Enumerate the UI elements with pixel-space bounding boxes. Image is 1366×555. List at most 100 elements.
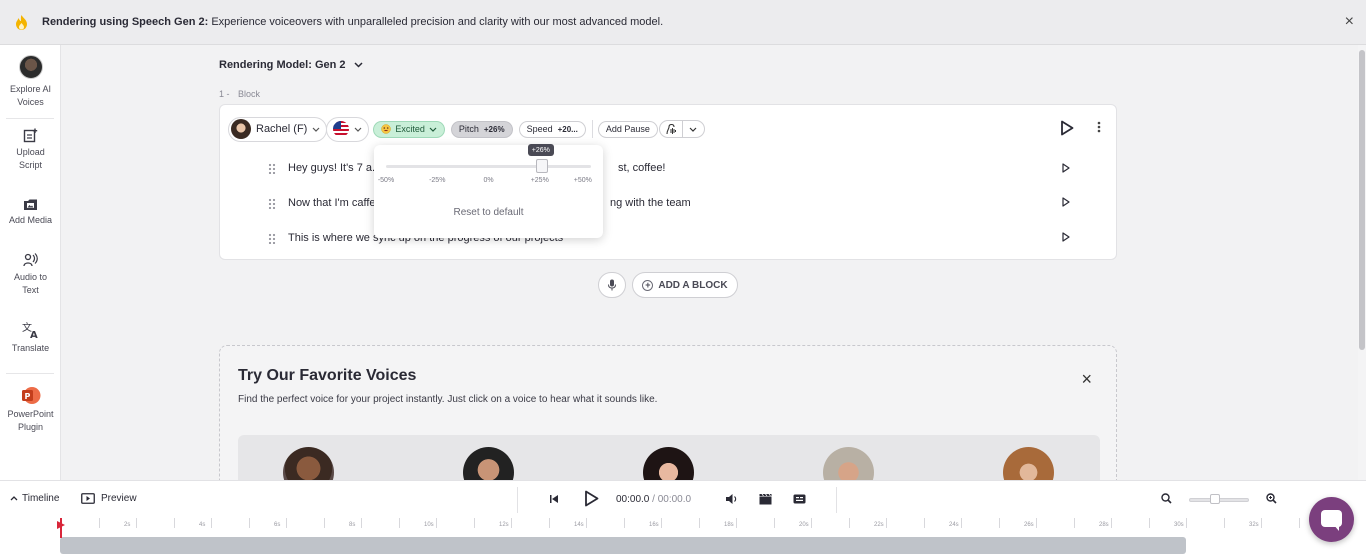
zoom-in-icon[interactable] xyxy=(1266,493,1277,504)
flame-icon xyxy=(16,15,27,30)
pitch-slider-thumb[interactable] xyxy=(535,159,548,173)
microphone-icon xyxy=(608,279,616,291)
ruler-label: 24s xyxy=(949,522,959,528)
ruler-label: 10s xyxy=(424,522,434,528)
timeline-label: Timeline xyxy=(22,493,60,504)
script-line-text-end: ng with the team xyxy=(610,197,691,209)
rendering-model-label: Rendering Model: Gen 2 xyxy=(219,59,346,71)
scrollbar-thumb[interactable] xyxy=(1359,50,1365,350)
ruler-tick xyxy=(511,518,512,528)
drag-handle-icon[interactable] xyxy=(268,197,276,209)
sidebar-item-explore-ai-voices[interactable]: Explore AI Voices xyxy=(0,55,61,109)
captions-icon[interactable] xyxy=(793,494,806,504)
chevron-down-icon xyxy=(681,121,704,137)
playhead[interactable] xyxy=(60,518,62,538)
add-pause-button[interactable]: Add Pause xyxy=(597,120,658,138)
tick-label: -50% xyxy=(377,177,395,184)
block-number: 1 - xyxy=(219,89,230,99)
sidebar-item-upload-script[interactable]: Upload Script xyxy=(0,128,61,172)
zoom-out-icon[interactable] xyxy=(1161,493,1172,504)
script-line-text-start: Now that I'm caffe xyxy=(288,197,376,209)
play-block-icon[interactable] xyxy=(1060,120,1074,136)
sidebar-item-label: Upload Script xyxy=(16,147,45,170)
ruler-tick xyxy=(1036,518,1037,528)
pitch-popover: +26% -50% -25% 0% +25% +50% Reset to def… xyxy=(374,144,603,238)
add-pause-label: Add Pause xyxy=(605,124,650,134)
voice-name: Rachel (F) xyxy=(256,123,308,135)
voice-select[interactable]: Rachel (F) xyxy=(228,116,328,142)
close-icon[interactable]: × xyxy=(1081,370,1092,388)
ruler-tick xyxy=(398,518,400,528)
sidebar-item-add-media[interactable]: Add Media xyxy=(0,198,61,227)
banner-close-icon[interactable]: × xyxy=(1345,14,1354,30)
sidebar-item-translate[interactable]: 文A Translate xyxy=(0,322,61,355)
language-select[interactable] xyxy=(326,116,370,142)
ruler-label: 18s xyxy=(724,522,734,528)
current-time: 00:00.0 xyxy=(616,494,650,505)
tick-label: -25% xyxy=(429,177,446,184)
voice-effects-select[interactable] xyxy=(658,120,705,138)
ruler-tick xyxy=(98,518,100,528)
ruler-label: 4s xyxy=(199,522,206,528)
tick-label: +25% xyxy=(530,177,549,184)
ruler-tick xyxy=(811,518,812,528)
ruler-tick xyxy=(323,518,325,528)
drag-handle-icon[interactable] xyxy=(268,232,276,244)
playback-time: 00:00.0 / 00:00.0 xyxy=(616,494,691,505)
reset-to-default-button[interactable]: Reset to default xyxy=(374,207,603,218)
plus-circle-icon: + xyxy=(642,279,654,291)
sidebar-item-powerpoint-plugin[interactable]: P PowerPoint Plugin xyxy=(0,386,61,434)
pitch-label: Pitch xyxy=(458,124,479,134)
pitch-button[interactable]: Pitch +26% xyxy=(450,120,513,138)
speed-button[interactable]: Speed +20... xyxy=(518,120,586,138)
style-select-excited[interactable]: Excited xyxy=(373,120,445,138)
ruler-label: 32s xyxy=(1249,522,1259,528)
timeline-toggle[interactable]: Timeline xyxy=(10,493,59,504)
more-options-icon[interactable] xyxy=(1096,121,1102,133)
sidebar-item-label: Audio to Text xyxy=(13,272,48,295)
ruler-tick xyxy=(211,518,212,528)
favorite-voices-description: Find the perfect voice for your project … xyxy=(238,394,658,405)
record-voice-button[interactable] xyxy=(598,272,626,298)
chat-support-button[interactable] xyxy=(1309,497,1354,542)
zoom-slider-thumb[interactable] xyxy=(1210,494,1220,504)
announcement-banner: Rendering using Speech Gen 2: Experience… xyxy=(0,0,1366,45)
skip-to-start-icon[interactable] xyxy=(549,494,559,504)
ruler-tick xyxy=(698,518,700,528)
sidebar-item-label: Explore AI Voices xyxy=(9,84,52,107)
script-line[interactable]: Now that I'm caffe xyxy=(268,193,376,213)
us-flag-icon xyxy=(333,121,350,137)
play-icon[interactable] xyxy=(584,490,599,507)
timeline-track[interactable] xyxy=(60,537,1186,554)
ruler-tick xyxy=(286,518,287,528)
upload-script-icon xyxy=(23,128,38,143)
voice-avatar xyxy=(231,119,251,139)
volume-icon[interactable] xyxy=(725,493,738,505)
ruler-label: 26s xyxy=(1024,522,1034,528)
main-scrollbar[interactable] xyxy=(1358,45,1366,480)
chevron-down-icon xyxy=(354,127,362,132)
ruler-tick xyxy=(1223,518,1225,528)
play-line-icon[interactable] xyxy=(1062,197,1070,207)
drag-handle-icon[interactable] xyxy=(268,162,276,174)
divider xyxy=(517,487,518,513)
ruler-label: 22s xyxy=(874,522,884,528)
chevron-down-icon xyxy=(429,127,437,132)
rendering-model-select[interactable]: Rendering Model: Gen 2 xyxy=(219,59,363,71)
play-line-icon[interactable] xyxy=(1062,163,1070,173)
ruler-tick xyxy=(961,518,962,528)
ruler-tick xyxy=(773,518,775,528)
banner-message: Experience voiceovers with unparalleled … xyxy=(208,16,664,28)
divider xyxy=(836,487,837,513)
ruler-tick xyxy=(998,518,1000,528)
block-label: Block xyxy=(238,89,261,99)
tick-label: +50% xyxy=(573,177,592,184)
video-clapper-icon[interactable] xyxy=(759,493,772,505)
script-line[interactable]: Hey guys! It's 7 a.r xyxy=(268,158,379,178)
preview-button[interactable]: Preview xyxy=(81,493,137,504)
ruler-tick xyxy=(1111,518,1112,528)
add-a-block-button[interactable]: + ADD A BLOCK xyxy=(632,272,738,298)
sidebar-item-audio-to-text[interactable]: Audio to Text xyxy=(0,253,61,297)
pitch-slider-track[interactable] xyxy=(386,165,591,168)
play-line-icon[interactable] xyxy=(1062,232,1070,242)
